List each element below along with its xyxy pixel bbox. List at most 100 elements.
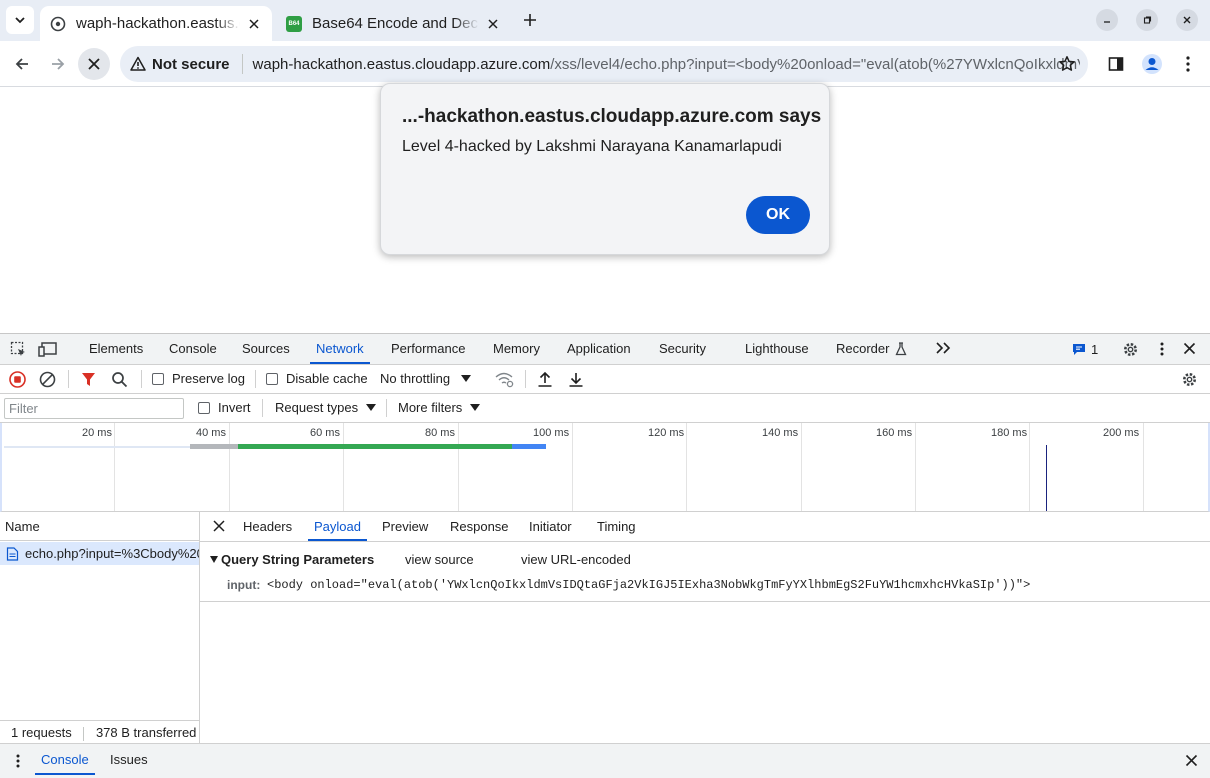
disable-cache-checkbox[interactable] (266, 373, 278, 385)
throttling-value: No throttling (380, 371, 451, 386)
network-settings-button[interactable] (1181, 371, 1198, 388)
timeline-tick: 40 ms (196, 427, 226, 439)
load-event-marker (1046, 445, 1047, 511)
issues-counter[interactable]: 1 (1072, 342, 1098, 357)
drawer-menu-button[interactable] (16, 754, 20, 768)
transferred-size: 378 B transferred (95, 725, 197, 740)
timeline-tick: 60 ms (310, 427, 340, 439)
network-conditions-button[interactable] (495, 371, 514, 388)
details-tab-response[interactable]: Response (444, 512, 515, 541)
stop-loading-button[interactable] (78, 48, 110, 80)
warning-icon (130, 56, 146, 71)
download-icon (569, 373, 583, 387)
details-tab-initiator[interactable]: Initiator (523, 512, 578, 541)
restore-button[interactable] (1136, 9, 1158, 31)
url-host: waph-hackathon.eastus.cloudapp.azure.com (252, 55, 551, 73)
name-column-header[interactable]: Name (0, 512, 199, 541)
stop-recording-button[interactable] (9, 371, 26, 388)
drawer-close-button[interactable] (1185, 754, 1198, 767)
search-button[interactable] (111, 371, 128, 388)
devtools-settings-button[interactable] (1122, 341, 1139, 358)
devtools-tab-application[interactable]: Application (561, 334, 637, 364)
tab-waph-hackathon[interactable]: waph-hackathon.eastus.cloudapp.azure.com (40, 6, 272, 41)
devtools-menu-button[interactable] (1160, 342, 1164, 356)
devtools-tab-performance[interactable]: Performance (385, 334, 471, 364)
devtools-tab-sources[interactable]: Sources (236, 334, 296, 364)
devtools-tab-recorder[interactable]: Recorder (830, 334, 895, 364)
devtools-tab-console[interactable]: Console (163, 334, 223, 364)
double-chevron-right-icon (936, 342, 951, 354)
tab-base64[interactable]: B64 Base64 Encode and Decode - Online (276, 6, 511, 41)
new-tab-button[interactable] (518, 8, 542, 32)
omnibox-divider (241, 54, 243, 74)
network-overview-timeline[interactable]: 20 ms 40 ms 60 ms 80 ms 100 ms 120 ms 14… (0, 423, 1210, 512)
back-button[interactable] (6, 48, 38, 80)
drawer-tab-issues[interactable]: Issues (104, 744, 154, 775)
side-panel-button[interactable] (1100, 48, 1132, 80)
timeline-tick: 100 ms (533, 427, 570, 439)
close-details-button[interactable] (213, 520, 225, 532)
forward-button[interactable] (42, 48, 74, 80)
view-url-encoded-link[interactable]: view URL-encoded (521, 552, 631, 567)
browser-toolbar: Not secure waph-hackathon.eastus.cloudap… (0, 41, 1210, 87)
search-icon (112, 372, 128, 388)
request-types-label: Request types (275, 400, 359, 415)
minimize-button[interactable] (1096, 9, 1118, 31)
request-list: Name echo.php?input=%3Cbody%20onload%3D.… (0, 512, 200, 743)
drawer-tab-console[interactable]: Console (35, 744, 95, 775)
chrome-menu-button[interactable] (1172, 48, 1204, 80)
invert-checkbox[interactable] (198, 402, 210, 414)
inspect-element-button[interactable] (10, 341, 27, 358)
more-filters-dropdown[interactable]: More filters (398, 400, 481, 415)
bookmark-star-button[interactable] (1058, 55, 1076, 73)
close-window-button[interactable] (1176, 9, 1198, 31)
security-indicator[interactable]: Not secure (152, 56, 230, 73)
network-split-view: Name echo.php?input=%3Cbody%20onload%3D.… (0, 512, 1210, 743)
import-har-button[interactable] (537, 371, 553, 388)
alert-ok-button[interactable]: OK (746, 196, 810, 234)
devtools-tab-lighthouse[interactable]: Lighthouse (739, 334, 815, 364)
request-details: Headers Payload Preview Response Initiat… (200, 512, 1210, 743)
details-tab-headers[interactable]: Headers (237, 512, 298, 541)
details-tab-timing[interactable]: Timing (591, 512, 642, 541)
request-types-dropdown[interactable]: Request types (275, 400, 377, 415)
device-icon (38, 342, 57, 357)
devtools-panel: Elements Console Sources Network Perform… (0, 333, 1210, 778)
toolbar-divider (255, 370, 256, 388)
tab-search-button[interactable] (6, 6, 34, 34)
more-vertical-icon (1160, 342, 1164, 356)
filter-input[interactable] (4, 398, 184, 419)
timeline-tick: 160 ms (876, 427, 913, 439)
device-toolbar-button[interactable] (38, 341, 57, 358)
tab-close-button[interactable] (485, 16, 501, 32)
caret-down-icon (470, 404, 481, 411)
throttling-select[interactable]: No throttling (380, 371, 472, 386)
tab-close-button[interactable] (246, 16, 262, 32)
details-tab-payload[interactable]: Payload (308, 512, 367, 541)
devtools-tab-memory[interactable]: Memory (487, 334, 546, 364)
details-tab-preview[interactable]: Preview (376, 512, 434, 541)
devtools-close-button[interactable] (1183, 342, 1196, 355)
export-har-button[interactable] (568, 371, 584, 388)
devtools-tab-network[interactable]: Network (310, 334, 370, 364)
devtools-tab-security[interactable]: Security (653, 334, 712, 364)
b64-favicon-icon: B64 (286, 15, 302, 32)
toolbar-divider (262, 399, 263, 417)
triangle-down-icon (210, 556, 218, 563)
clear-log-button[interactable] (39, 371, 56, 388)
timeline-tick: 140 ms (762, 427, 799, 439)
page-globe-icon (50, 16, 66, 31)
view-source-link[interactable]: view source (405, 552, 474, 567)
request-bar-waiting (238, 444, 512, 449)
close-icon (1183, 342, 1196, 355)
filter-icon (82, 373, 95, 386)
upload-icon (538, 371, 552, 387)
profile-button[interactable] (1136, 48, 1168, 80)
filter-toggle-button[interactable] (81, 372, 96, 387)
request-row[interactable]: echo.php?input=%3Cbody%20onload%3D... (0, 542, 199, 565)
devtools-tab-elements[interactable]: Elements (83, 334, 149, 364)
preserve-log-checkbox[interactable] (152, 373, 164, 385)
section-toggle[interactable]: Query String Parameters (210, 552, 374, 567)
more-tabs-button[interactable] (936, 342, 951, 354)
address-bar[interactable]: Not secure waph-hackathon.eastus.cloudap… (120, 46, 1088, 82)
